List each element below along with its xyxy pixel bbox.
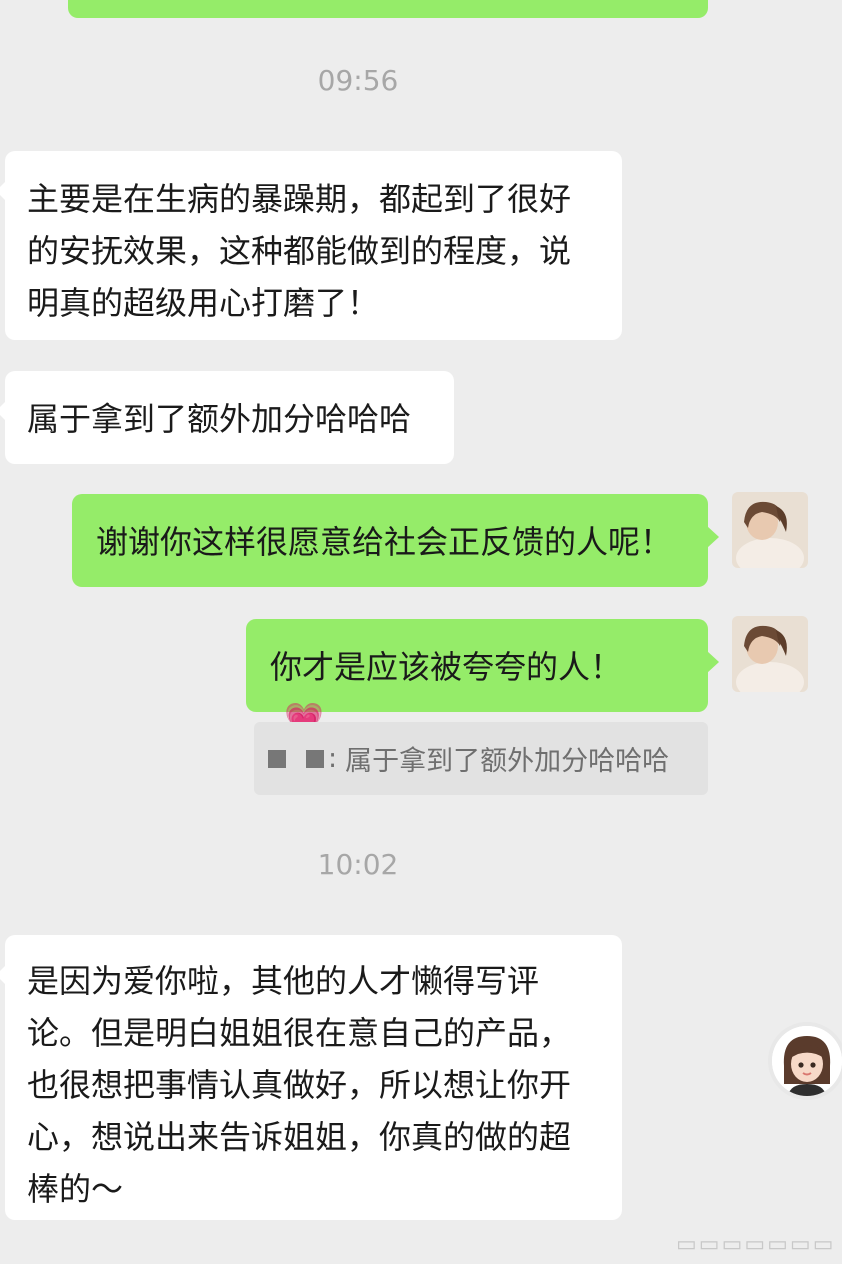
chat-view: 09:56 主要是在生病的暴躁期，都起到了很好的安抚效果，这种都能做到的程度，说… [0, 0, 842, 1264]
message-text: 是因为爱你啦，其他的人才懒得写评论。但是明白姐姐很在意自己的产品，也很想把事情认… [27, 962, 572, 1208]
assistant-avatar-button[interactable] [768, 1022, 842, 1100]
message-bubble-incoming[interactable]: 主要是在生病的暴躁期，都起到了很好的安抚效果，这种都能做到的程度，说明真的超级用… [0, 151, 622, 340]
message-bubble-outgoing[interactable]: 你才是应该被夸夸的人！ 💗 [246, 619, 719, 738]
quote-separator: : [328, 743, 338, 774]
message-text: 属于拿到了额外加分哈哈哈 [27, 400, 412, 438]
message-bubble-incoming[interactable]: 属于拿到了额外加分哈哈哈 [0, 371, 454, 464]
timestamp: 10:02 [317, 848, 399, 881]
avatar[interactable] [732, 492, 808, 568]
redacted-name-block-icon [268, 749, 286, 768]
avatar-photo-icon [732, 492, 808, 568]
quote-text: 属于拿到了额外加分哈哈哈 [345, 746, 670, 777]
message-text: 谢谢你这样很愿意给社会正反馈的人呢！ [96, 523, 673, 561]
message-text: 主要是在生病的暴躁期，都起到了很好的安抚效果，这种都能做到的程度，说明真的超级用… [27, 180, 572, 322]
avatar-photo-icon [732, 616, 808, 692]
watermark: ▭▭▭▭▭▭▭ [676, 1232, 836, 1257]
message-bubble-incoming[interactable]: 是因为爱你啦，其他的人才懒得写评论。但是明白姐姐很在意自己的产品，也很想把事情认… [0, 935, 622, 1220]
message-bubble-outgoing-partial[interactable] [68, 0, 708, 18]
avatar[interactable] [732, 616, 808, 692]
message-bubble-outgoing[interactable]: 谢谢你这样很愿意给社会正反馈的人呢！ [72, 494, 719, 587]
redacted-name-block-icon [306, 749, 324, 768]
quoted-message[interactable]: : 属于拿到了额外加分哈哈哈 [254, 722, 708, 795]
message-text: 你才是应该被夸夸的人！ [270, 648, 623, 686]
timestamp: 09:56 [317, 64, 399, 97]
cartoon-girl-avatar-icon [772, 1026, 842, 1096]
